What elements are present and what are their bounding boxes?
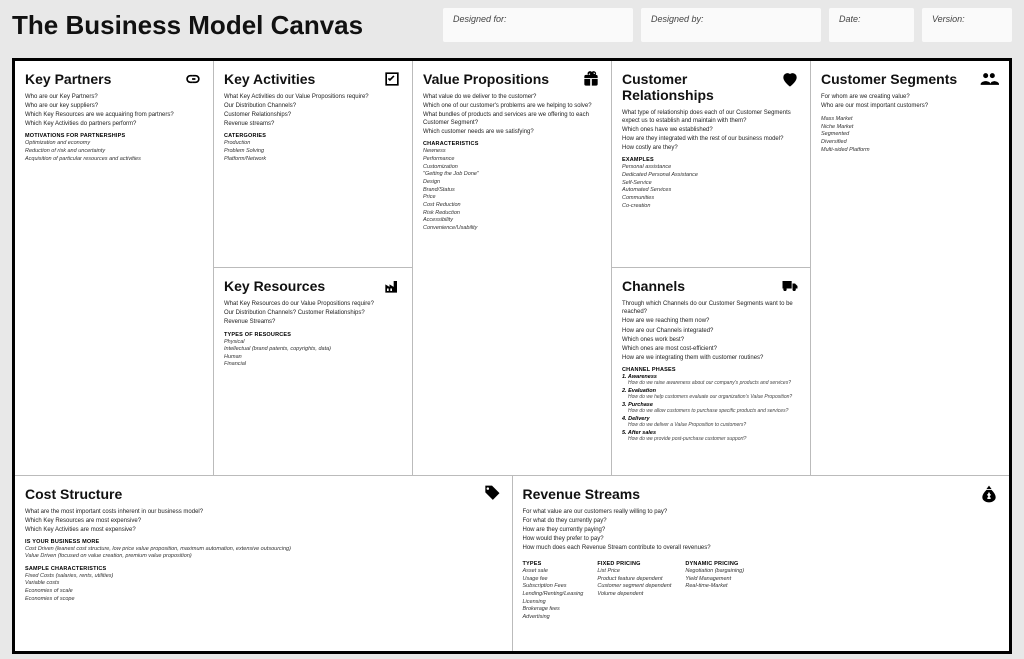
questions-customer-segments: For whom are we creating value?Who are o…	[821, 93, 999, 110]
questions-channels: Through which Channels do our Customer S…	[622, 300, 800, 362]
gift-icon	[581, 69, 601, 89]
col-relationships-channels: Customer Relationships What type of rela…	[612, 61, 811, 475]
rev-col1-head: TYPES	[523, 561, 584, 567]
subhead-key-partners: MOTIVATIONS FOR PARTNERSHIPS	[25, 133, 203, 139]
subhead-value-propositions: CHARACTERISTICS	[423, 141, 601, 147]
questions-customer-relationships: What type of relationship does each of o…	[622, 109, 800, 152]
rev-col2: List PriceProduct feature dependentCusto…	[597, 568, 671, 598]
cell-revenue-streams: Revenue Streams For what value are our c…	[513, 476, 1010, 651]
items-key-partners: Optimization and economyReduction of ris…	[25, 140, 203, 162]
questions-key-partners: Who are our Key Partners?Who are our key…	[25, 93, 203, 128]
canvas: Key Partners Who are our Key Partners?Wh…	[12, 58, 1012, 654]
people-icon	[979, 69, 999, 89]
rev-col3-head: DYNAMIC PRICING	[685, 561, 744, 567]
title-cost-structure: Cost Structure	[25, 486, 502, 502]
items2-cost-structure: Fixed Costs (salaries, rents, utilities)…	[25, 573, 502, 603]
phases-channels: 1. AwarenessHow do we raise awareness ab…	[622, 374, 800, 442]
items-key-activities: ProductionProblem SolvingPlatform/Networ…	[224, 140, 402, 162]
items-value-propositions: NewnessPerformanceCustomization"Getting …	[423, 148, 601, 232]
col-activities-resources: Key Activities What Key Activities do ou…	[214, 61, 413, 475]
cell-key-activities: Key Activities What Key Activities do ou…	[214, 61, 412, 267]
items1-cost-structure: Cost Driven (leanest cost structure, low…	[25, 546, 502, 561]
subhead-key-resources: TYPES OF RESOURCES	[224, 332, 402, 338]
link-icon	[183, 69, 203, 89]
title-channels: Channels	[622, 278, 800, 294]
date-box: Date:	[829, 8, 914, 42]
col-customer-segments: Customer Segments For whom are we creati…	[811, 61, 1009, 475]
subhead1-cost-structure: IS YOUR BUSINESS MORE	[25, 539, 502, 545]
items-key-resources: PhysicalIntellectual (brand patents, cop…	[224, 339, 402, 369]
version-box: Version:	[922, 8, 1012, 42]
factory-icon	[382, 276, 402, 296]
designed-for-box: Designed for:	[443, 8, 633, 42]
subhead-channels: CHANNEL PHASES	[622, 367, 800, 373]
subhead2-cost-structure: SAMPLE CHARACTERISTICS	[25, 566, 502, 572]
rev-col3: Negotiation (bargaining)Yield Management…	[685, 568, 744, 590]
title-customer-segments: Customer Segments	[821, 71, 999, 87]
questions-key-resources: What Key Resources do our Value Proposit…	[224, 300, 402, 326]
cell-channels: Channels Through which Channels do our C…	[612, 267, 810, 474]
col-key-partners: Key Partners Who are our Key Partners?Wh…	[15, 61, 214, 475]
title-value-propositions: Value Propositions	[423, 71, 601, 87]
rev-col2-head: FIXED PRICING	[597, 561, 671, 567]
cell-key-partners: Key Partners Who are our Key Partners?Wh…	[15, 61, 213, 475]
questions-value-propositions: What value do we deliver to the customer…	[423, 93, 601, 136]
title-customer-relationships: Customer Relationships	[622, 71, 800, 103]
row-bottom: Cost Structure What are the most importa…	[15, 475, 1009, 651]
cell-value-propositions: Value Propositions What value do we deli…	[413, 61, 611, 475]
designed-by-box: Designed by:	[641, 8, 821, 42]
checkbox-icon	[382, 69, 402, 89]
questions-key-activities: What Key Activities do our Value Proposi…	[224, 93, 402, 128]
tag-icon	[482, 484, 502, 504]
title-revenue-streams: Revenue Streams	[523, 486, 1000, 502]
cell-cost-structure: Cost Structure What are the most importa…	[15, 476, 513, 651]
revenue-columns: TYPES Asset saleUsage feeSubscription Fe…	[523, 556, 1000, 621]
page-title: The Business Model Canvas	[12, 10, 435, 41]
col-value-propositions: Value Propositions What value do we deli…	[413, 61, 612, 475]
rev-col1: Asset saleUsage feeSubscription FeesLend…	[523, 568, 584, 621]
row-top: Key Partners Who are our Key Partners?Wh…	[15, 61, 1009, 475]
title-key-partners: Key Partners	[25, 71, 203, 87]
subhead-customer-relationships: EXAMPLES	[622, 157, 800, 163]
header-bar: The Business Model Canvas Designed for: …	[0, 0, 1024, 58]
items-customer-segments: Mass MarketNiche MarketSegmentedDiversif…	[821, 116, 999, 154]
questions-revenue-streams: For what value are our customers really …	[523, 508, 1000, 552]
cell-customer-segments: Customer Segments For whom are we creati…	[811, 61, 1009, 475]
subhead-key-activities: CATERGORIES	[224, 133, 402, 139]
questions-cost-structure: What are the most important costs inhere…	[25, 508, 502, 534]
heart-icon	[780, 69, 800, 89]
truck-icon	[780, 276, 800, 296]
items-customer-relationships: Personal assistanceDedicated Personal As…	[622, 164, 800, 209]
cell-customer-relationships: Customer Relationships What type of rela…	[612, 61, 810, 267]
title-key-activities: Key Activities	[224, 71, 402, 87]
cell-key-resources: Key Resources What Key Resources do our …	[214, 267, 412, 474]
title-key-resources: Key Resources	[224, 278, 402, 294]
money-bag-icon	[979, 484, 999, 504]
